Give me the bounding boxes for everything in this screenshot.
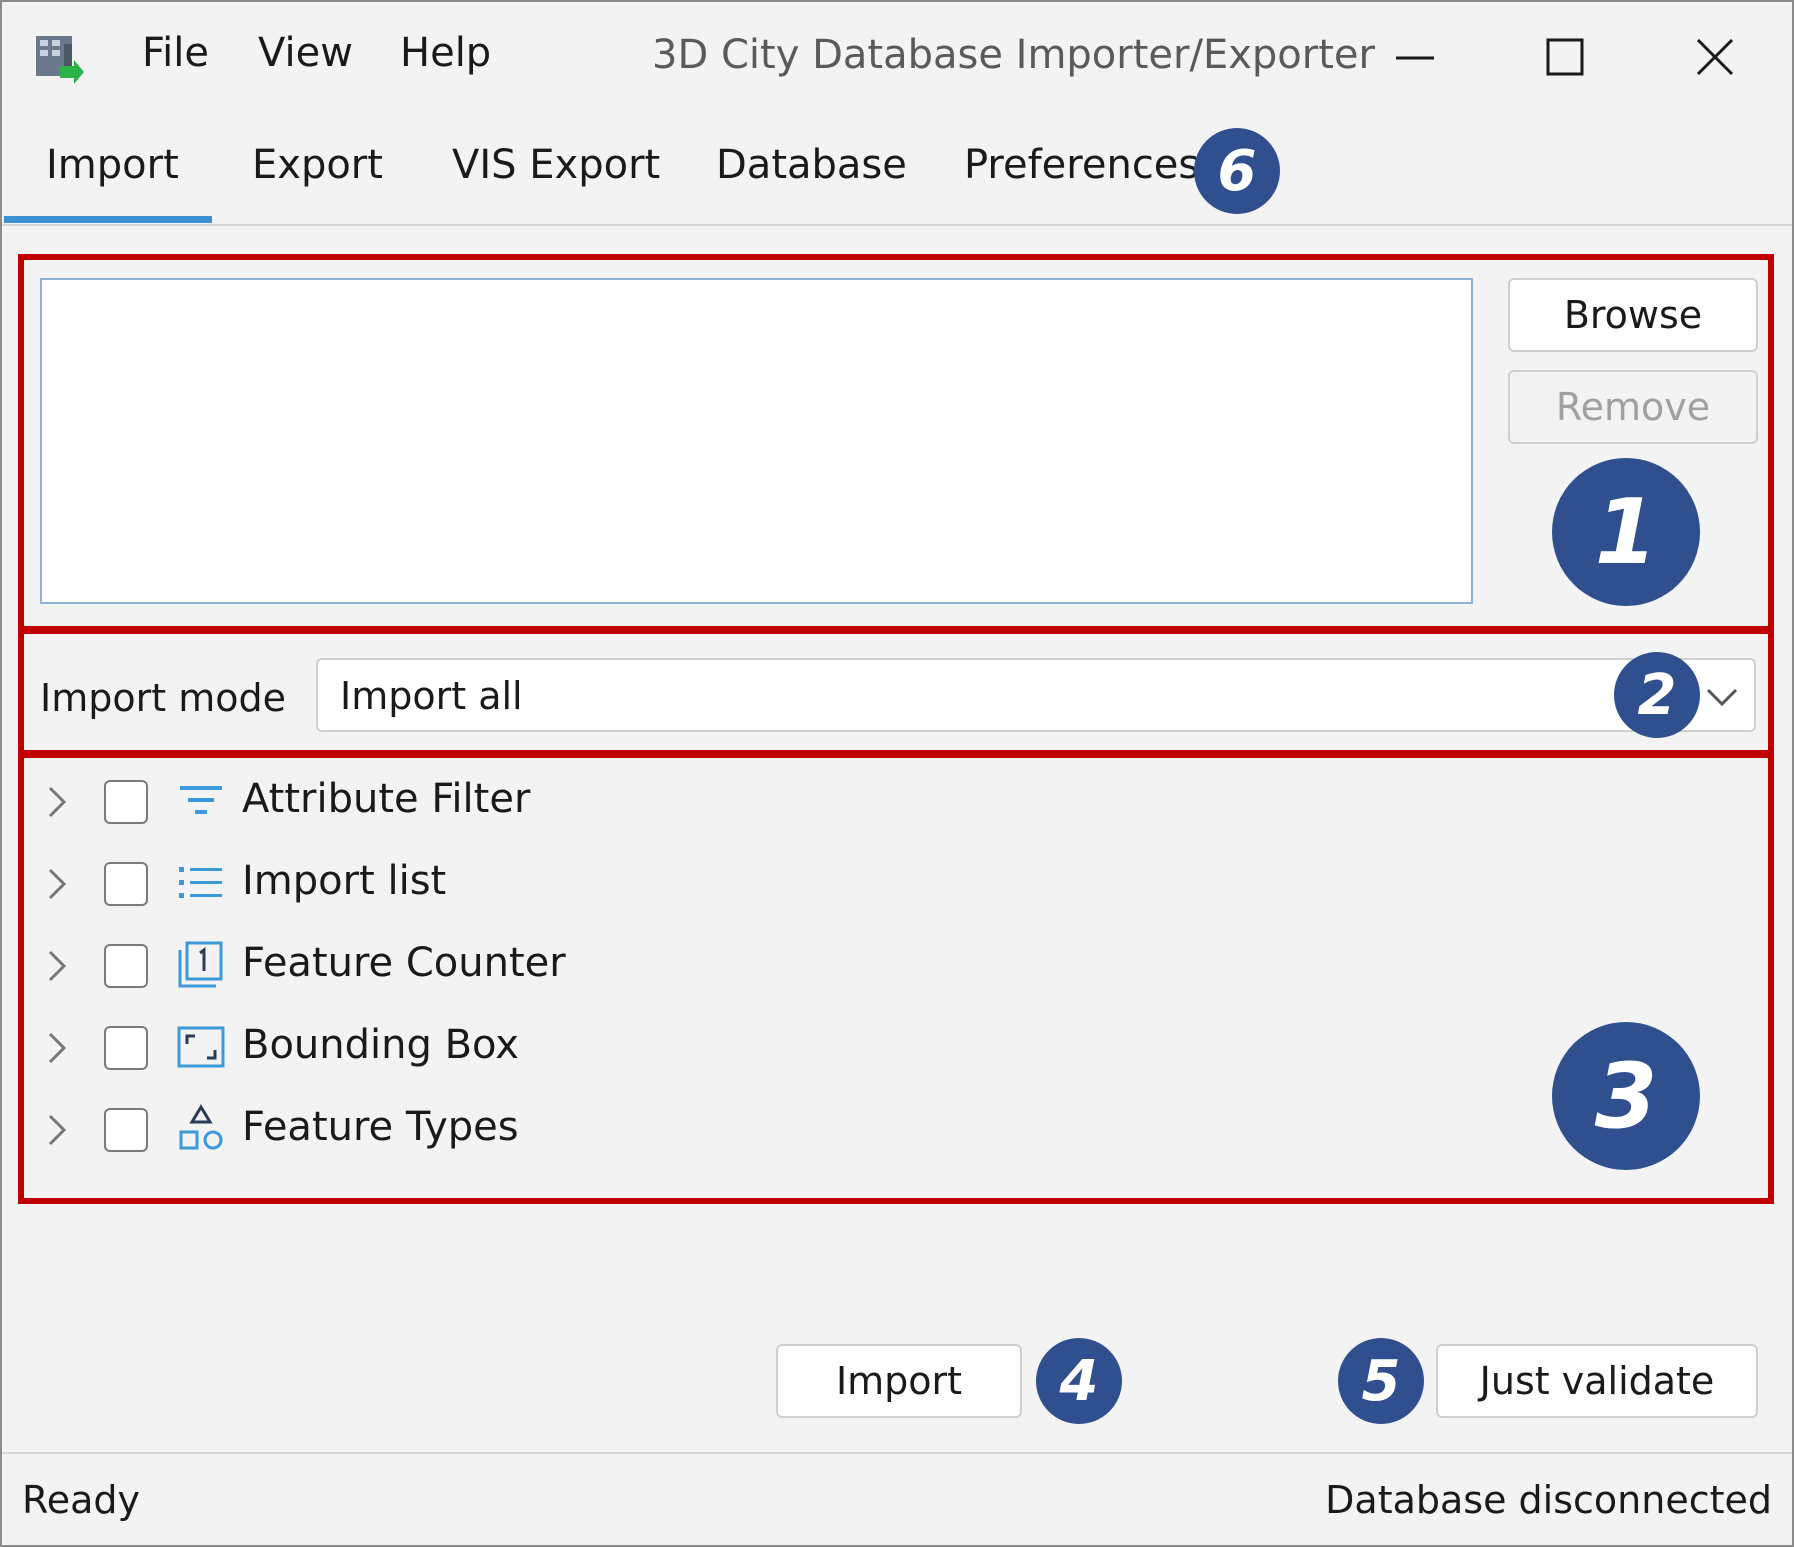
maximize-icon[interactable] [1520,22,1610,92]
chevron-right-icon[interactable] [42,946,72,986]
chevron-right-icon[interactable] [42,1028,72,1068]
chevron-right-icon[interactable] [42,864,72,904]
tab-import[interactable]: Import [46,142,179,188]
chevron-down-icon [1706,688,1738,707]
import-mode-value: Import all [340,674,523,718]
chevron-right-icon[interactable] [42,782,72,822]
filter-icon [180,786,222,814]
filter-label: Attribute Filter [242,776,531,822]
browse-button[interactable]: Browse [1508,278,1758,352]
close-icon[interactable] [1670,22,1760,92]
filter-label: Feature Types [242,1104,519,1150]
menu-help[interactable]: Help [400,30,491,76]
import-button[interactable]: Import [776,1344,1022,1418]
filter-row-attribute[interactable]: Attribute Filter [42,766,1042,836]
status-text: Ready [22,1478,140,1522]
filter-label: Import list [242,858,447,904]
shapes-icon [179,1104,223,1150]
checkbox-attribute-filter[interactable] [104,780,148,824]
active-tab-indicator [4,216,212,223]
callout-4: 4 [1036,1338,1122,1424]
app-window: File View Help 3D City Database Importer… [0,0,1794,1547]
tab-database[interactable]: Database [716,142,907,188]
checkbox-feature-counter[interactable] [104,944,148,988]
database-status: Database disconnected [1325,1478,1772,1522]
filter-label: Bounding Box [242,1022,519,1068]
callout-1: 1 [1552,458,1700,606]
status-bar: Ready Database disconnected [2,1452,1792,1545]
minimize-icon[interactable] [1370,22,1460,92]
filter-row-bounding-box[interactable]: Bounding Box [42,1012,1042,1082]
filter-row-feature-counter[interactable]: Feature Counter [42,930,1042,1000]
tab-preferences[interactable]: Preferences [964,142,1199,188]
filter-label: Feature Counter [242,940,566,986]
filter-row-import-list[interactable]: Import list [42,848,1042,918]
callout-5: 5 [1338,1338,1424,1424]
checkbox-bounding-box[interactable] [104,1026,148,1070]
filter-row-feature-types[interactable]: Feature Types [42,1094,1042,1164]
import-mode-label: Import mode [40,676,286,720]
title-bar: File View Help 3D City Database Importer… [2,2,1792,112]
checkbox-import-list[interactable] [104,862,148,906]
window-title: 3D City Database Importer/Exporter [652,32,1375,78]
list-icon [179,867,222,898]
callout-2: 2 [1614,652,1700,738]
app-icon [36,36,84,84]
tab-vis-export[interactable]: VIS Export [452,142,660,188]
menu-view[interactable]: View [258,30,353,76]
checkbox-feature-types[interactable] [104,1108,148,1152]
bounding-box-icon [177,1026,225,1068]
remove-button[interactable]: Remove [1508,370,1758,444]
menu-file[interactable]: File [142,30,209,76]
tab-export[interactable]: Export [252,142,383,188]
import-mode-select[interactable]: Import all [316,658,1756,732]
chevron-right-icon[interactable] [42,1110,72,1150]
tab-bar: Import Export VIS Export Database Prefer… [2,120,1792,226]
callout-3: 3 [1552,1022,1700,1170]
counter-icon [178,941,223,988]
just-validate-button[interactable]: Just validate [1436,1344,1758,1418]
file-list[interactable] [40,278,1473,604]
callout-6: 6 [1194,128,1280,214]
